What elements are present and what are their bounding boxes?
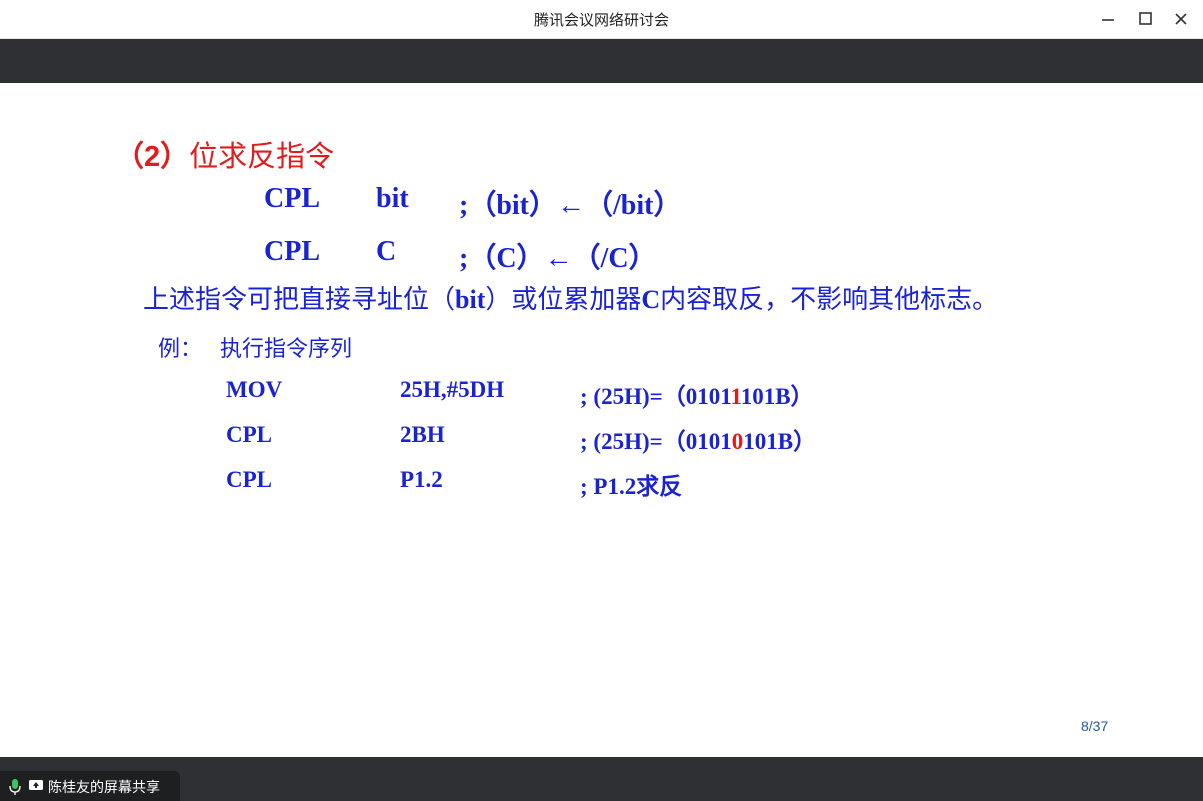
instruction-comment: ;（C）←（/C）	[459, 243, 657, 274]
instruction-op: CPL	[264, 236, 320, 267]
instruction-arg: C	[376, 236, 397, 267]
minimize-button[interactable]	[1098, 9, 1118, 29]
description-part: 内容取反，不影响其他标志。	[660, 285, 999, 315]
minimize-icon	[1102, 19, 1114, 21]
description-part: 上述指令可把直接寻址位（	[143, 285, 456, 315]
maximize-button[interactable]	[1135, 9, 1155, 29]
screen-share-icon	[29, 780, 43, 790]
code-arg: P1.2	[400, 467, 443, 492]
example-text: 执行指令序列	[220, 337, 353, 362]
slide-page-number: 8/37	[1081, 718, 1109, 734]
description-bold: bit	[455, 285, 486, 314]
code-op: MOV	[226, 377, 283, 402]
heading-text: 位求反指令	[189, 139, 335, 173]
code-comment-highlight: 0	[731, 429, 744, 454]
description-part: ）或位累加器	[485, 285, 642, 315]
close-icon	[1175, 13, 1187, 25]
example-label: 例：	[158, 337, 203, 362]
window-title: 腾讯会议网络研讨会	[533, 11, 669, 29]
code-comment: ; (25H)=（01010101B）	[580, 422, 816, 456]
shared-slide: （2）位求反指令 CPL bit ;（bit）←（/bit） CPL C ;（C…	[0, 83, 1203, 757]
code-comment: ; (25H)=（01011101B）	[580, 377, 814, 411]
instruction-op: CPL	[264, 183, 320, 214]
heading-number: （2）	[115, 141, 190, 173]
instruction-comment: ;（bit）←（/bit）	[459, 190, 682, 221]
screen-share-label: 陈桂友的屏幕共享	[48, 780, 160, 796]
code-op: CPL	[226, 422, 272, 447]
description-bold: C	[641, 285, 661, 314]
code-comment-part: ; (25H)=（0101	[580, 384, 732, 409]
screen-share-tag[interactable]: 陈桂友的屏幕共享	[0, 771, 180, 801]
slide-heading: （2）位求反指令	[115, 133, 334, 175]
meeting-bottom-bar: 陈桂友的屏幕共享	[0, 757, 1203, 801]
code-comment-highlight: 1	[731, 384, 742, 409]
code-arg: 25H,#5DH	[400, 377, 505, 402]
code-op: CPL	[226, 467, 272, 492]
microphone-icon	[9, 779, 21, 795]
code-comment-part: 101B）	[741, 384, 814, 409]
description-text: 上述指令可把直接寻址位（bit）或位累加器C内容取反，不影响其他标志。	[143, 279, 998, 316]
code-comment-part: ; (25H)=（0101	[580, 429, 732, 454]
code-comment-part: 101B）	[743, 429, 817, 454]
code-comment-part: ; P1.2求反	[580, 474, 683, 499]
maximize-icon	[1139, 12, 1152, 25]
close-button[interactable]	[1171, 9, 1191, 29]
meeting-top-bar	[0, 39, 1203, 83]
instruction-arg: bit	[376, 183, 409, 214]
window-titlebar: 腾讯会议网络研讨会	[0, 0, 1203, 39]
code-arg: 2BH	[400, 422, 445, 447]
code-comment: ; P1.2求反	[580, 467, 682, 501]
